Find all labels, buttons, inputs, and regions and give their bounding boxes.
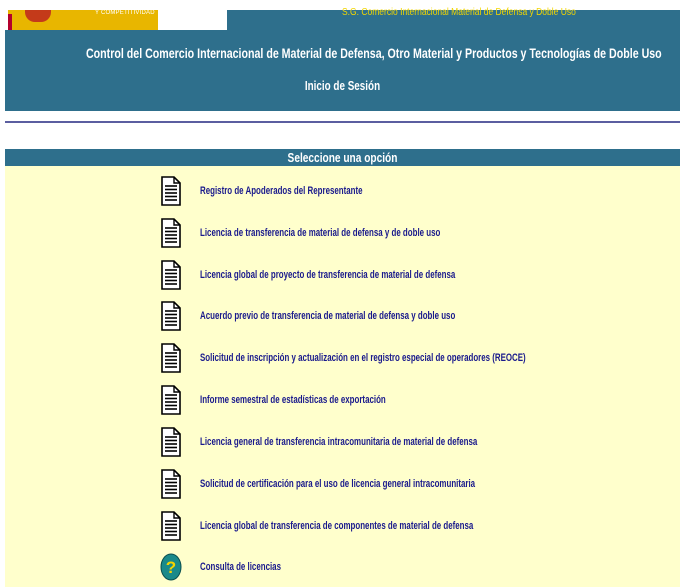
option-informe-semestral[interactable]: Informe semestral de estadísticas de exp… [160,385,660,415]
option-label[interactable]: Licencia global de transferencia de comp… [200,520,473,532]
option-label[interactable]: Acuerdo previo de transferencia de mater… [200,310,455,322]
document-icon [160,511,182,541]
option-registro-apoderados[interactable]: Registro de Apoderados del Representante [160,176,660,206]
document-icon [160,385,182,415]
option-label[interactable]: Licencia global de proyecto de transfere… [200,269,455,281]
option-licencia-global-componentes[interactable]: Licencia global de transferencia de comp… [160,511,660,541]
login-heading: Inicio de Sesión [304,78,381,93]
document-icon [160,343,182,373]
page-header: Y COMPETITIVIDAD S.G. Comercio Internaci… [5,7,680,111]
subdirectorate-title: S.G. Comercio Internacional Material de … [342,7,576,18]
document-icon [160,260,182,290]
option-label[interactable]: Licencia de transferencia de material de… [200,227,440,239]
option-acuerdo-previo[interactable]: Acuerdo previo de transferencia de mater… [160,301,660,331]
svg-text:?: ? [166,558,176,577]
document-icon [160,218,182,248]
option-reoce[interactable]: Solicitud de inscripción y actualización… [160,343,660,373]
option-label[interactable]: Registro de Apoderados del Representante [200,185,363,197]
help-icon: ? [160,552,182,582]
option-consulta-licencias[interactable]: ? Consulta de licencias [160,552,660,582]
document-icon [160,176,182,206]
flag-stripe [8,14,12,30]
option-licencia-general-intracomunitaria[interactable]: Licencia general de transferencia intrac… [160,427,660,457]
option-label[interactable]: Solicitud de inscripción y actualización… [200,352,526,364]
page-title: Control del Comercio Internacional de Ma… [86,45,662,61]
option-label[interactable]: Informe semestral de estadísticas de exp… [200,394,386,406]
panel-header: Seleccione una opción [5,149,680,166]
option-solicitud-certificacion[interactable]: Solicitud de certificación para el uso d… [160,469,660,499]
option-licencia-transferencia[interactable]: Licencia de transferencia de material de… [160,218,660,248]
options-panel: Seleccione una opción Registro de Apoder… [5,149,680,587]
divider [5,121,680,123]
document-icon [160,427,182,457]
option-label[interactable]: Licencia general de transferencia intrac… [200,436,477,448]
ministry-text: Y COMPETITIVIDAD [95,10,155,16]
document-icon [160,301,182,331]
option-label[interactable]: Consulta de licencias [200,561,281,573]
document-icon [160,469,182,499]
option-licencia-global-proyecto[interactable]: Licencia global de proyecto de transfere… [160,260,660,290]
ministry-logo: Y COMPETITIVIDAD [5,10,227,30]
option-label[interactable]: Solicitud de certificación para el uso d… [200,478,475,490]
panel-title: Seleccione una opción [287,150,398,165]
